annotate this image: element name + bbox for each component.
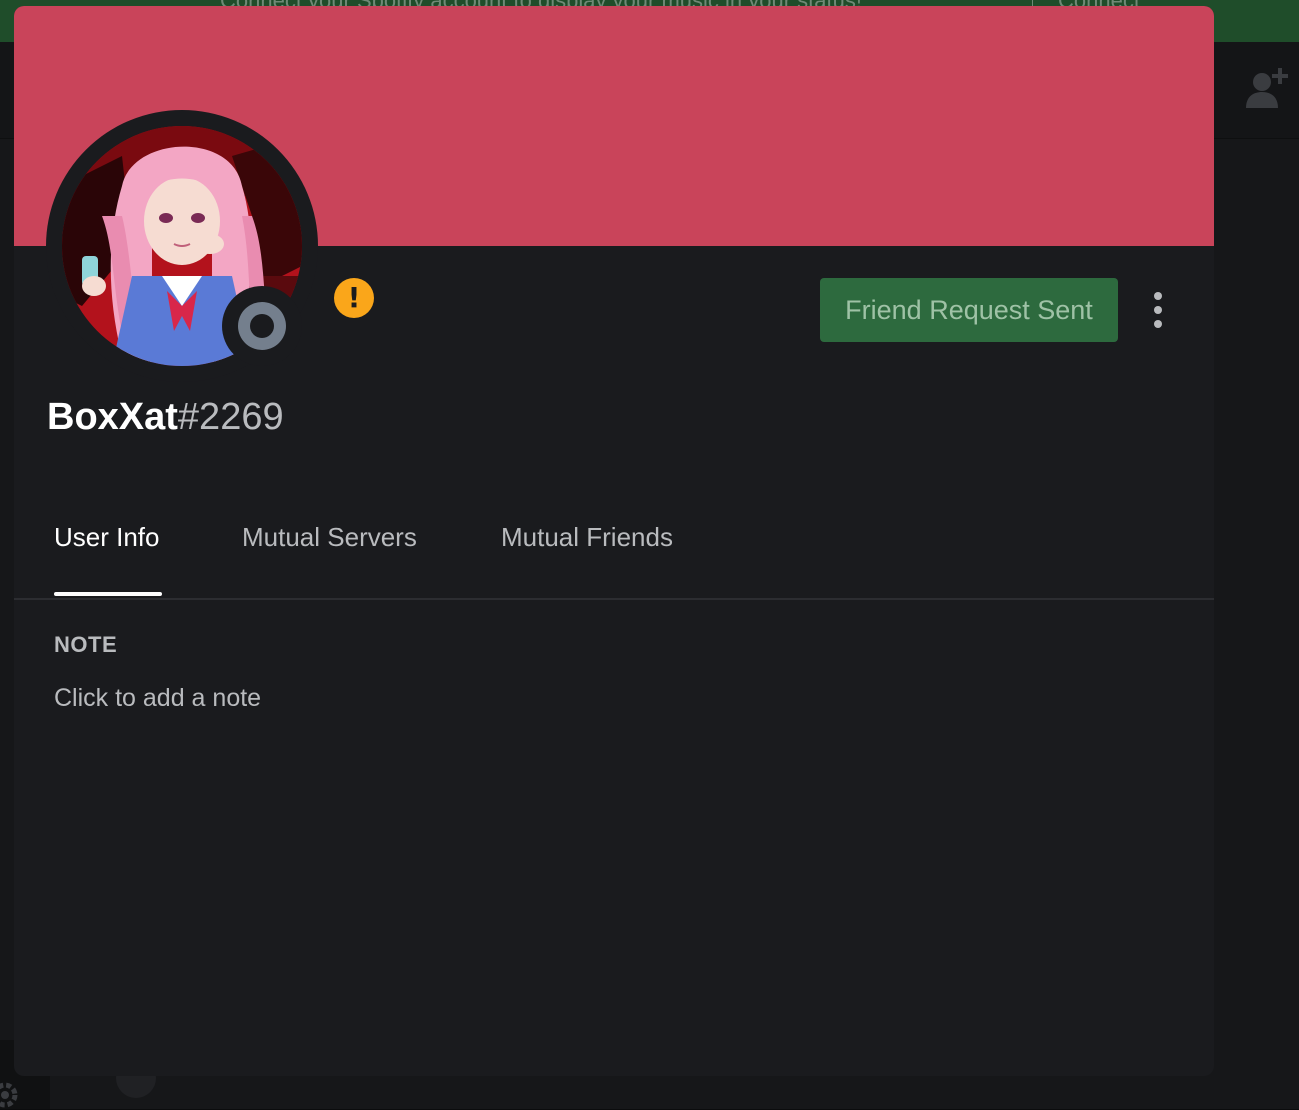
user-profile-modal: ! Friend Request Sent BoxXat#2269 User I…: [14, 6, 1214, 1076]
more-dot: [1154, 292, 1162, 300]
status-dot-hole: [250, 314, 274, 338]
tab-mutual-servers[interactable]: Mutual Servers: [242, 522, 417, 553]
person-add-icon[interactable]: [1244, 66, 1290, 110]
username-discriminator: #2269: [177, 396, 284, 438]
more-dot: [1154, 306, 1162, 314]
note-heading: NOTE: [54, 632, 118, 657]
profile-tabs: User Info Mutual Servers Mutual Friends: [14, 510, 1214, 600]
tab-user-info[interactable]: User Info: [54, 522, 160, 553]
note-input[interactable]: [52, 678, 1176, 718]
offline-status-icon: [238, 302, 286, 350]
username-name: BoxXat: [47, 396, 178, 438]
friend-request-sent-button[interactable]: Friend Request Sent: [820, 278, 1118, 342]
more-vertical-icon[interactable]: [1142, 288, 1174, 332]
gear-icon[interactable]: [0, 1080, 20, 1110]
username: BoxXat#2269: [47, 396, 284, 439]
more-dot: [1154, 320, 1162, 328]
warning-icon[interactable]: !: [334, 278, 374, 318]
tab-mutual-friends[interactable]: Mutual Friends: [501, 522, 673, 553]
active-tab-indicator: [54, 592, 162, 596]
avatar: [46, 110, 318, 382]
status-indicator: [222, 286, 302, 366]
